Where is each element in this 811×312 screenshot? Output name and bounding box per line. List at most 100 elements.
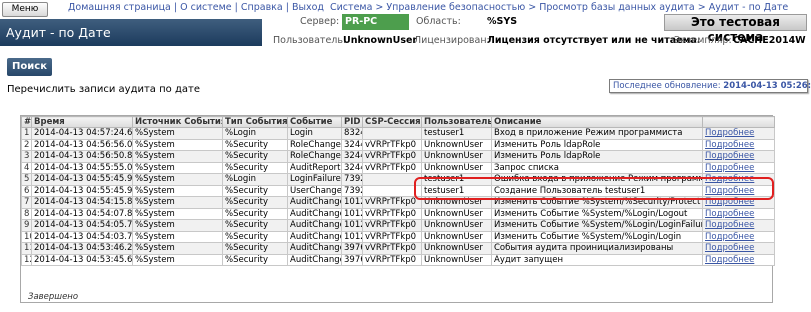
csp-session-cell: vVRPrTFkp0	[362, 150, 422, 163]
source-cell: %System	[132, 196, 223, 209]
search-button[interactable]: Поиск	[7, 58, 52, 76]
license-value: Лицензия отсутствует или не читаема.	[487, 35, 701, 46]
table-header-row: # Время Источник События Тип События Событие…	[21, 116, 775, 128]
details-link[interactable]: Подробнее	[702, 161, 775, 174]
details-link[interactable]: Подробнее	[702, 253, 775, 266]
time-cell: 2014-04-13 04:55:45.969	[31, 173, 133, 186]
event-cell: AuditChange	[287, 242, 342, 255]
type-cell: %Security	[222, 219, 288, 232]
event-cell: AuditChange	[287, 253, 342, 266]
namespace-label: Область:	[416, 16, 461, 27]
pid-cell: 3976	[341, 253, 363, 266]
source-cell: %System	[132, 173, 223, 186]
csp-session-cell: vVRPrTFkp0	[362, 242, 422, 255]
event-cell: AuditReport	[287, 161, 342, 174]
nav-home-link[interactable]: Домашняя страница	[68, 2, 171, 13]
source-cell: %System	[132, 242, 223, 255]
type-cell: %Security	[222, 207, 288, 220]
pid-cell: 1012	[341, 196, 363, 209]
top-nav: Домашняя страница | О системе | Справка …	[68, 2, 324, 13]
time-cell: 2014-04-13 04:55:45.939	[31, 184, 133, 197]
row-number: 8	[21, 207, 32, 220]
last-update: Последнее обновление: 2014-04-13 05:26:3…	[609, 79, 811, 93]
source-cell: %System	[132, 138, 223, 151]
user-value: UnknownUser	[343, 35, 418, 46]
event-cell: RoleChange	[287, 150, 342, 163]
source-cell: %System	[132, 207, 223, 220]
details-link[interactable]: Подробнее	[702, 138, 775, 151]
type-cell: %Security	[222, 184, 288, 197]
menu-button[interactable]: Меню	[2, 2, 48, 17]
source-cell: %System	[132, 219, 223, 232]
row-number: 7	[21, 196, 32, 209]
pid-cell: 1012	[341, 230, 363, 243]
row-number: 1	[21, 127, 32, 140]
pid-cell: 8324	[341, 127, 363, 140]
description-cell: Изменить Событие %System/%Login/LoginFai…	[491, 219, 703, 232]
source-cell: %System	[132, 150, 223, 163]
audit-table-container: # Время Источник События Тип События Событие…	[20, 115, 775, 303]
nav-logout-link[interactable]: Выход	[292, 2, 324, 13]
user-cell: UnknownUser	[421, 161, 492, 174]
nav-about-link[interactable]: О системе	[180, 2, 232, 13]
pid-cell: 1012	[341, 219, 363, 232]
column-header: Описание	[491, 116, 703, 128]
column-header: PID	[341, 116, 363, 128]
source-cell: %System	[132, 230, 223, 243]
source-cell: %System	[132, 161, 223, 174]
description-cell: Аудит запущен	[491, 253, 703, 266]
csp-session-cell: vVRPrTFkp0	[362, 161, 422, 174]
details-link[interactable]: Подробнее	[702, 230, 775, 243]
source-cell: %System	[132, 253, 223, 266]
time-cell: 2014-04-13 04:57:24.632	[31, 127, 133, 140]
details-link[interactable]: Подробнее	[702, 207, 775, 220]
user-cell: UnknownUser	[421, 219, 492, 232]
row-number: 11	[21, 242, 32, 255]
table-caption: Перечислить записи аудита по дате	[7, 84, 200, 95]
table-row: 8 2014-04-13 04:54:07.818 %System %Security…	[21, 207, 775, 220]
column-header: Источник События	[132, 116, 223, 128]
highlight-annotation	[414, 177, 774, 200]
details-link[interactable]: Подробнее	[702, 127, 775, 140]
event-cell: AuditChange	[287, 207, 342, 220]
description-cell: Изменить Роль ldapRole	[491, 150, 703, 163]
last-update-label: Последнее обновление:	[613, 81, 721, 91]
last-update-value: 2014-04-13 05:26:31.478	[723, 81, 811, 91]
pid-cell: 3244	[341, 138, 363, 151]
time-cell: 2014-04-13 04:53:46.209	[31, 242, 133, 255]
time-cell: 2014-04-13 04:54:07.818	[31, 207, 133, 220]
nav-separator: |	[282, 2, 292, 13]
description-cell: Изменить Событие %System/%Login/Logout	[491, 207, 703, 220]
time-cell: 2014-04-13 04:54:05.761	[31, 219, 133, 232]
pid-cell: 3244	[341, 150, 363, 163]
time-cell: 2014-04-13 04:55:55.031	[31, 161, 133, 174]
breadcrumb[interactable]: Система > Управление безопасностью > Про…	[330, 2, 788, 13]
event-cell: Login	[287, 127, 342, 140]
page-title: Аудит - по Дате	[0, 19, 262, 46]
description-cell: События аудита проинициализированы	[491, 242, 703, 255]
user-cell: testuser1	[421, 127, 492, 140]
details-link[interactable]: Подробнее	[702, 150, 775, 163]
user-cell: UnknownUser	[421, 150, 492, 163]
pid-cell: 1012	[341, 207, 363, 220]
user-cell: UnknownUser	[421, 230, 492, 243]
column-header: CSP-Сессия	[362, 116, 422, 128]
type-cell: %Login	[222, 127, 288, 140]
table-row: 4 2014-04-13 04:55:55.031 %System %Security…	[21, 161, 775, 174]
namespace-value: %SYS	[487, 16, 518, 27]
server-label: Сервер:	[300, 16, 340, 27]
type-cell: %Security	[222, 150, 288, 163]
csp-session-cell: vVRPrTFkp0	[362, 196, 422, 209]
pid-cell: 3976	[341, 242, 363, 255]
table-row: 102014-04-13 04:54:03.789%System%Securit…	[21, 230, 775, 243]
column-header	[702, 116, 775, 128]
details-link[interactable]: Подробнее	[702, 242, 775, 255]
details-link[interactable]: Подробнее	[702, 219, 775, 232]
table-row: 9 2014-04-13 04:54:05.761 %System %Security…	[21, 219, 775, 232]
user-cell: UnknownUser	[421, 138, 492, 151]
pid-cell: 7392	[341, 184, 363, 197]
column-header: Событие	[287, 116, 342, 128]
nav-help-link[interactable]: Справка	[241, 2, 283, 13]
table-row: 122014-04-13 04:53:45.682%System%Securit…	[21, 253, 775, 266]
type-cell: %Security	[222, 242, 288, 255]
